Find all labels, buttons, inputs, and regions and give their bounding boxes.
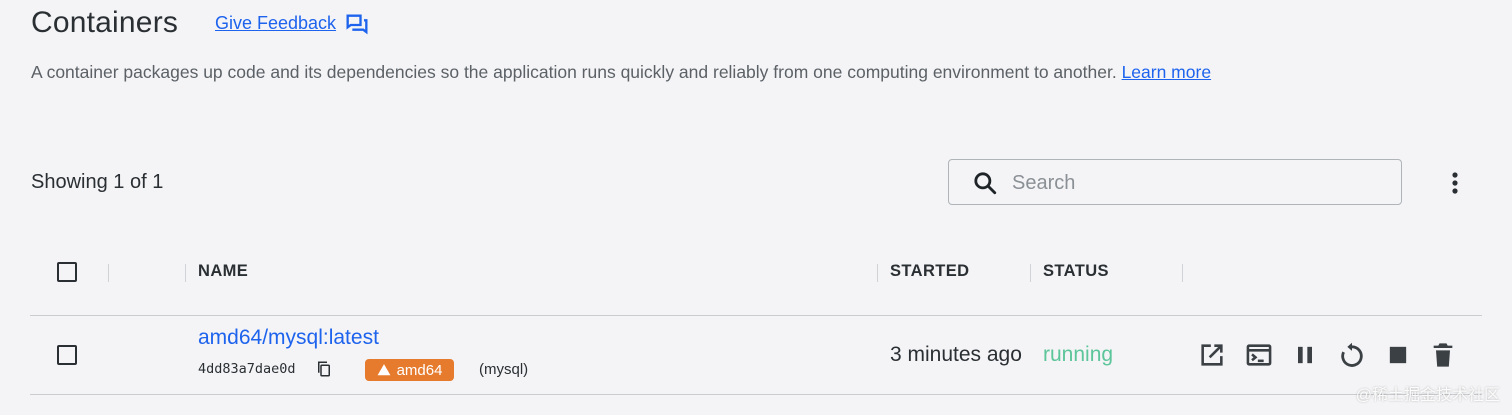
restart-icon[interactable] (1338, 341, 1366, 369)
watermark: @稀土掘金技术社区 (1355, 387, 1500, 404)
column-divider (108, 264, 109, 282)
column-header-started[interactable]: STARTED (890, 262, 970, 281)
results-count: Showing 1 of 1 (31, 171, 164, 193)
row-divider (30, 315, 1482, 316)
container-status: running (1043, 343, 1114, 366)
search-icon (972, 170, 998, 196)
feedback-icon[interactable] (343, 11, 371, 39)
search-input[interactable] (1010, 163, 1394, 203)
learn-more-link[interactable]: Learn more (1122, 62, 1212, 82)
column-divider (877, 264, 878, 282)
row-checkbox[interactable] (57, 345, 77, 365)
container-id: 4dd83a7dae0d (198, 361, 296, 377)
container-name-link[interactable]: amd64/mysql:latest (198, 326, 379, 350)
page-title: Containers (31, 6, 179, 39)
platform-badge-label: amd64 (396, 361, 443, 379)
pause-icon[interactable] (1291, 341, 1319, 369)
copy-icon[interactable] (315, 360, 333, 378)
container-alias: (mysql) (479, 361, 529, 378)
row-divider (30, 394, 1482, 395)
column-header-status[interactable]: STATUS (1043, 262, 1109, 281)
delete-icon[interactable] (1429, 341, 1457, 369)
select-all-checkbox[interactable] (57, 262, 77, 282)
container-started: 3 minutes ago (890, 343, 1022, 366)
warning-icon (377, 364, 390, 376)
column-divider (185, 264, 186, 282)
open-in-browser-icon[interactable] (1198, 341, 1226, 369)
description-text: A container packages up code and its dep… (31, 62, 1117, 82)
column-divider (1030, 264, 1031, 282)
column-header-name[interactable]: NAME (198, 262, 248, 281)
terminal-icon[interactable] (1245, 341, 1273, 369)
page-description: A container packages up code and its dep… (31, 62, 1211, 83)
platform-badge: amd64 (365, 359, 454, 381)
more-vertical-icon[interactable] (1443, 167, 1467, 199)
stop-icon[interactable] (1384, 341, 1412, 369)
give-feedback-link[interactable]: Give Feedback (215, 13, 336, 34)
column-divider (1182, 264, 1183, 282)
